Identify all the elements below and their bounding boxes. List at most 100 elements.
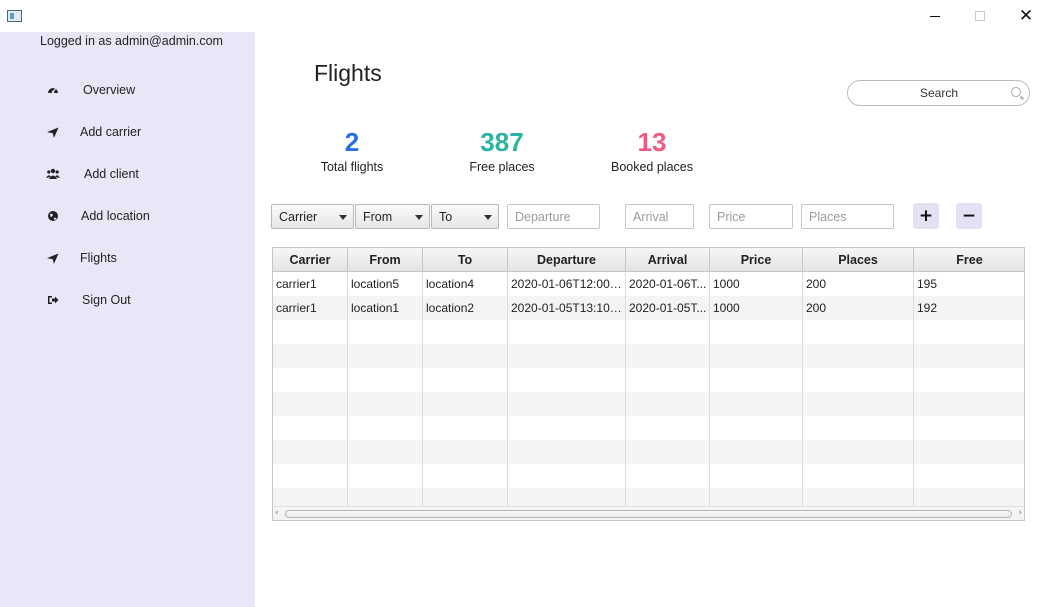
- table-cell: 2020-01-05T13:10:25: [508, 296, 626, 320]
- table-cell: [914, 392, 1024, 416]
- table-cell: location5: [348, 272, 423, 296]
- table-cell: 200: [803, 296, 914, 320]
- table-cell: 2020-01-06T12:00:37: [508, 272, 626, 296]
- table-cell: [710, 464, 803, 488]
- search-box: [847, 80, 1030, 106]
- search-input[interactable]: [864, 86, 1014, 100]
- sidebar-item-add-client[interactable]: Add client: [44, 162, 139, 186]
- sidebar-item-sign-out[interactable]: Sign Out: [44, 288, 131, 312]
- table-cell: [626, 464, 710, 488]
- table-cell: [710, 440, 803, 464]
- table-cell: [710, 368, 803, 392]
- empty-table-row: [273, 416, 1024, 440]
- departure-input[interactable]: [507, 204, 600, 229]
- table-cell: [508, 464, 626, 488]
- sidebar-item-label: Add carrier: [80, 125, 142, 139]
- table-cell: [423, 320, 508, 344]
- places-input[interactable]: [801, 204, 894, 229]
- arrival-input[interactable]: [625, 204, 694, 229]
- table-cell: [273, 368, 348, 392]
- table-cell: [914, 368, 1024, 392]
- maximize-button[interactable]: [957, 0, 1003, 32]
- search-icon[interactable]: [1011, 87, 1021, 97]
- page-title: Flights: [314, 60, 382, 86]
- table-cell: 2020-01-06T...: [626, 272, 710, 296]
- add-flight-button[interactable]: +: [913, 203, 939, 229]
- stat-booked-places: 13 Booked places: [582, 126, 722, 174]
- stat-value: 2: [344, 127, 360, 157]
- table-cell: [423, 416, 508, 440]
- table-cell: 1000: [710, 272, 803, 296]
- stat-total-flights: 2 Total flights: [282, 126, 422, 174]
- carrier-combo[interactable]: Carrier: [271, 204, 354, 229]
- table-cell: [273, 416, 348, 440]
- column-header[interactable]: Price: [710, 248, 803, 272]
- column-header[interactable]: Free: [914, 248, 1024, 272]
- table-cell: [508, 320, 626, 344]
- sidebar-item-label: Flights: [80, 251, 117, 265]
- column-header[interactable]: To: [423, 248, 508, 272]
- column-header[interactable]: Departure: [508, 248, 626, 272]
- minimize-button[interactable]: [912, 0, 958, 32]
- table-cell: [626, 368, 710, 392]
- remove-flight-button[interactable]: −: [956, 203, 982, 229]
- table-cell: [803, 344, 914, 368]
- chevron-down-icon: [484, 215, 492, 220]
- table-cell: [508, 440, 626, 464]
- table-cell: [423, 344, 508, 368]
- empty-table-row: [273, 320, 1024, 344]
- from-combo-value: From: [363, 209, 393, 224]
- table-cell: [273, 464, 348, 488]
- column-header[interactable]: Carrier: [273, 248, 348, 272]
- price-input[interactable]: [709, 204, 793, 229]
- scroll-right-icon[interactable]: ›: [1018, 508, 1022, 518]
- column-header[interactable]: From: [348, 248, 423, 272]
- table-cell: [508, 416, 626, 440]
- table-cell: 195: [914, 272, 1024, 296]
- title-bar: ✕: [0, 0, 1046, 32]
- logged-in-text: Logged in as admin@admin.com: [40, 34, 223, 48]
- table-cell: [803, 392, 914, 416]
- sidebar-item-add-carrier[interactable]: Add carrier: [44, 120, 141, 144]
- sidebar-item-label: Add location: [81, 209, 150, 223]
- horizontal-scrollbar[interactable]: ‹ ›: [273, 506, 1024, 520]
- table-cell: [803, 464, 914, 488]
- table-cell: carrier1: [273, 296, 348, 320]
- sidebar-item-flights[interactable]: Flights: [44, 246, 117, 270]
- table-cell: [626, 392, 710, 416]
- table-cell: 2020-01-05T...: [626, 296, 710, 320]
- chevron-down-icon: [415, 215, 423, 220]
- table-cell: [914, 464, 1024, 488]
- from-combo[interactable]: From: [355, 204, 430, 229]
- column-header[interactable]: Arrival: [626, 248, 710, 272]
- sidebar-item-label: Add client: [84, 167, 139, 181]
- sidebar-item-overview[interactable]: Overview: [44, 78, 135, 102]
- table-cell: [348, 464, 423, 488]
- table-cell: [423, 440, 508, 464]
- table-header: Carrier From To Departure Arrival Price Places…: [273, 248, 1024, 272]
- to-combo[interactable]: To: [431, 204, 499, 229]
- table-cell: [423, 368, 508, 392]
- column-header[interactable]: Places: [803, 248, 914, 272]
- table-cell: [348, 392, 423, 416]
- table-cell: [914, 344, 1024, 368]
- table-cell: [803, 440, 914, 464]
- table-cell: [273, 320, 348, 344]
- table-cell: [273, 392, 348, 416]
- sidebar: Logged in as admin@admin.com Overview Ad…: [0, 32, 255, 607]
- table-cell: [508, 344, 626, 368]
- sidebar-item-add-location[interactable]: Add location: [44, 204, 150, 228]
- table-cell: [273, 440, 348, 464]
- empty-table-row: [273, 368, 1024, 392]
- sign-out-icon: [44, 293, 62, 307]
- close-button[interactable]: ✕: [1003, 0, 1046, 32]
- scroll-left-icon[interactable]: ‹: [275, 508, 279, 518]
- table-cell: [710, 416, 803, 440]
- empty-table-row: [273, 344, 1024, 368]
- dashboard-icon: [44, 83, 62, 97]
- maximize-icon: [975, 11, 985, 21]
- stat-value: 13: [637, 127, 667, 157]
- table-row[interactable]: carrier1 location5 location4 2020-01-06T12:…: [273, 272, 1024, 296]
- scrollbar-thumb[interactable]: [285, 510, 1012, 518]
- table-row[interactable]: carrier1 location1 location2 2020-01-05T13:…: [273, 296, 1024, 320]
